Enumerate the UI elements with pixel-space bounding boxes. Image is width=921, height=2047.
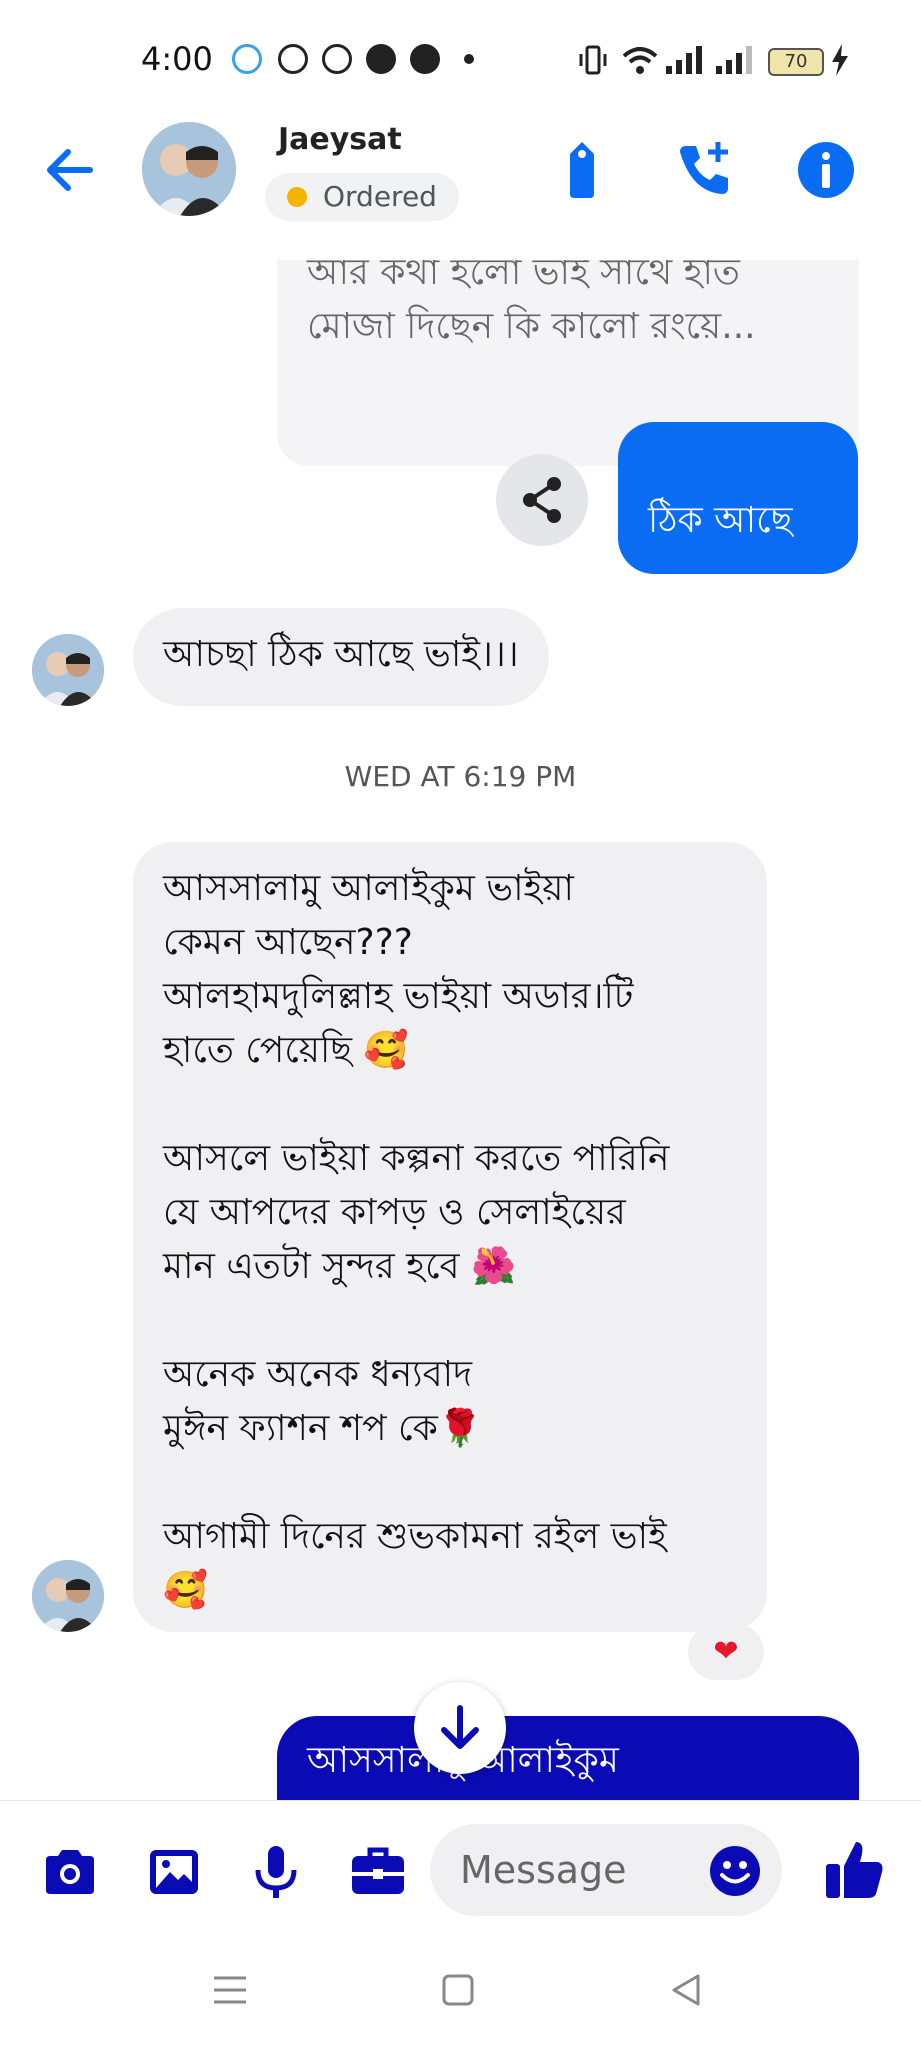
dot-icon [464, 54, 474, 64]
scroll-to-bottom-button[interactable] [414, 1682, 506, 1774]
back-arrow-icon[interactable] [40, 140, 100, 200]
message-line: মোট ৫১০০ [648, 602, 858, 656]
tag-icon[interactable] [550, 138, 614, 202]
charging-icon [832, 44, 848, 76]
info-icon[interactable] [794, 138, 858, 202]
menu-icon[interactable] [208, 1968, 252, 2012]
heart-reaction[interactable]: ❤ [688, 1624, 764, 1680]
message-line: ঠিক আছে [648, 500, 793, 541]
order-label-text: Ordered [323, 180, 437, 213]
imo-icon [232, 44, 262, 74]
status-time: 4:00 [141, 40, 213, 78]
home-icon[interactable] [436, 1968, 480, 2012]
quoted-message-line: মোজা দিছেন কি কালো রংয়ে... [307, 306, 756, 347]
add-call-icon[interactable] [672, 138, 736, 202]
messenger-icon [410, 44, 440, 74]
order-label-chip[interactable]: Ordered [265, 173, 459, 221]
wifi-icon [622, 47, 658, 74]
gallery-icon[interactable] [144, 1842, 204, 1902]
whatsapp-icon [278, 44, 308, 74]
quoted-message-line: আর কথা হলো ভাই সাথে হাত [307, 260, 740, 293]
incoming-message[interactable]: আচছা ঠিক আছে ভাই।।। [133, 608, 549, 706]
signal-icon-2 [716, 46, 752, 74]
briefcase-icon[interactable] [348, 1842, 408, 1902]
vibrate-icon [579, 45, 607, 75]
thumbs-up-icon[interactable] [822, 1836, 886, 1902]
sender-avatar[interactable] [32, 634, 104, 706]
sender-avatar[interactable] [32, 1560, 104, 1632]
battery-icon: 70 [768, 48, 824, 76]
back-nav-icon[interactable] [664, 1968, 708, 2012]
arrow-down-icon [441, 1705, 479, 1749]
camera-icon[interactable] [40, 1842, 100, 1902]
date-divider: WED AT 6:19 PM [344, 760, 577, 793]
outgoing-message[interactable]: ঠিক আছে মোট ৫১০০ [618, 422, 858, 649]
microphone-icon[interactable] [246, 1842, 306, 1902]
total-amount-link[interactable]: ৫১০০ [724, 608, 818, 649]
share-icon [523, 477, 561, 523]
signal-icon [666, 46, 702, 74]
incoming-message[interactable]: আসসালামু আলাইকুম ভাইয়া কেমন আছেন??? আলহ… [133, 842, 767, 1632]
b-icon [322, 44, 352, 74]
total-prefix: মোট [648, 608, 725, 649]
contact-name[interactable]: Jaeysat [278, 122, 402, 157]
emoji-icon[interactable] [708, 1844, 762, 1898]
contact-avatar[interactable] [142, 122, 236, 216]
chat-bubble-icon [366, 44, 396, 74]
status-dot-icon [287, 187, 307, 207]
share-button[interactable] [496, 454, 588, 546]
